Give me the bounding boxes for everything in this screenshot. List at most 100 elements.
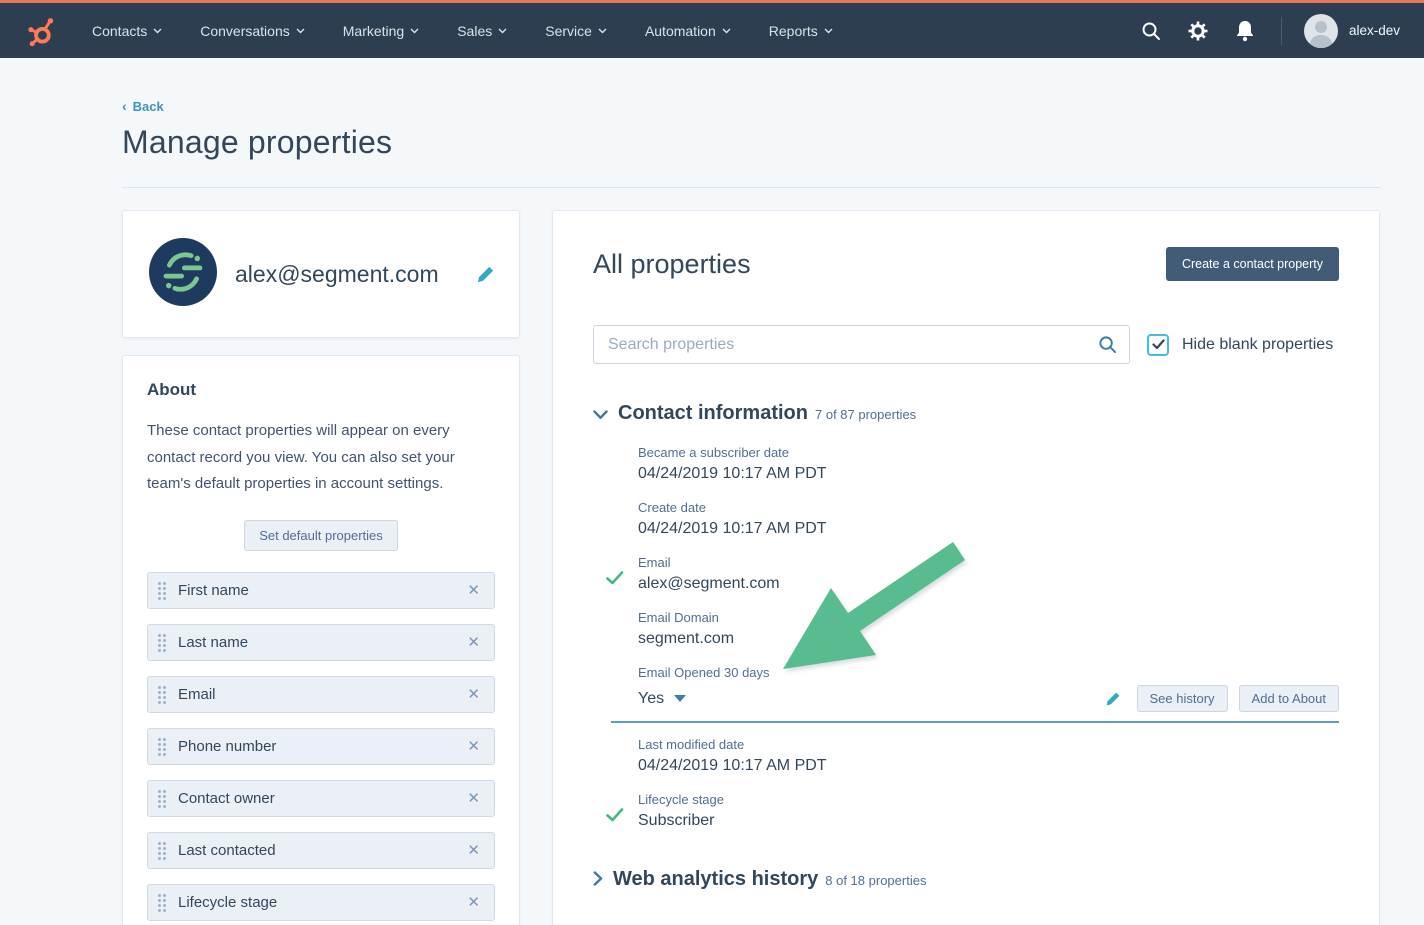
property-item-last-name[interactable]: Last name ✕ <box>147 624 495 661</box>
avatar[interactable] <box>1304 14 1338 48</box>
search-icon[interactable] <box>1141 21 1161 41</box>
chevron-down-icon <box>824 28 833 34</box>
drag-handle-icon[interactable] <box>158 894 166 912</box>
all-properties-title: All properties <box>593 249 751 280</box>
chevron-down-icon <box>410 28 419 34</box>
section-title: Contact information <box>618 402 808 425</box>
gear-icon[interactable] <box>1187 20 1209 42</box>
property-create-date: Create date 04/24/2019 10:17 AM PDT <box>611 500 1339 538</box>
chevron-down-icon <box>153 28 162 34</box>
property-lifecycle-stage: Lifecycle stage Subscriber <box>611 792 1339 830</box>
property-label: Last name <box>178 634 467 651</box>
drag-handle-icon[interactable] <box>158 842 166 860</box>
property-item-first-name[interactable]: First name ✕ <box>147 572 495 609</box>
property-value: segment.com <box>638 630 1339 648</box>
property-value: alex@segment.com <box>638 575 1339 593</box>
nav-item-label: Conversations <box>200 23 290 39</box>
edit-pencil-icon[interactable] <box>476 265 495 284</box>
remove-icon[interactable]: ✕ <box>467 687 480 702</box>
add-to-about-button[interactable]: Add to About <box>1239 685 1339 712</box>
property-label: Email <box>178 686 467 703</box>
back-label: Back <box>133 99 164 114</box>
section-title: Web analytics history <box>613 868 818 891</box>
about-description: These contact properties will appear on … <box>147 418 495 498</box>
property-last-modified-date: Last modified date 04/24/2019 10:17 AM P… <box>611 737 1339 775</box>
remove-icon[interactable]: ✕ <box>467 895 480 910</box>
remove-icon[interactable]: ✕ <box>467 583 480 598</box>
chevron-down-icon <box>722 28 731 34</box>
hubspot-logo-icon[interactable] <box>22 13 56 49</box>
header-divider <box>122 187 1380 188</box>
about-title: About <box>147 380 495 400</box>
nav-item-sales[interactable]: Sales <box>457 23 507 39</box>
property-label: Contact owner <box>178 790 467 807</box>
drag-handle-icon[interactable] <box>158 738 166 756</box>
profile-card: alex@segment.com <box>122 210 520 338</box>
property-label: Last modified date <box>638 737 1339 752</box>
property-label: Last contacted <box>178 842 467 859</box>
nav-item-service[interactable]: Service <box>545 23 607 39</box>
chevron-left-icon: ‹ <box>122 98 127 114</box>
property-label: First name <box>178 582 467 599</box>
remove-icon[interactable]: ✕ <box>467 635 480 650</box>
hide-blank-checkbox[interactable] <box>1147 334 1169 356</box>
nav-item-label: Contacts <box>92 23 147 39</box>
username[interactable]: alex-dev <box>1349 23 1400 38</box>
property-item-lifecycle-stage[interactable]: Lifecycle stage ✕ <box>147 884 495 921</box>
bell-icon[interactable] <box>1235 20 1255 42</box>
nav-item-contacts[interactable]: Contacts <box>92 23 162 39</box>
remove-icon[interactable]: ✕ <box>467 739 480 754</box>
hide-blank-properties-toggle[interactable]: Hide blank properties <box>1147 334 1333 356</box>
nav-item-conversations[interactable]: Conversations <box>200 23 305 39</box>
page: Contacts Conversations Marketing Sales S… <box>0 0 1424 925</box>
chevron-down-icon <box>296 28 305 34</box>
contact-information-properties: Became a subscriber date 04/24/2019 10:1… <box>611 445 1339 830</box>
property-item-last-contacted[interactable]: Last contacted ✕ <box>147 832 495 869</box>
drag-handle-icon[interactable] <box>158 790 166 808</box>
edit-pencil-icon[interactable] <box>1105 691 1121 707</box>
property-email-domain: Email Domain segment.com <box>611 610 1339 648</box>
chevron-right-icon[interactable] <box>593 871 603 891</box>
property-label: Create date <box>638 500 1339 515</box>
nav-item-reports[interactable]: Reports <box>769 23 833 39</box>
drag-handle-icon[interactable] <box>158 634 166 652</box>
drag-handle-icon[interactable] <box>158 686 166 704</box>
nav-item-label: Automation <box>645 23 716 39</box>
drag-handle-icon[interactable] <box>158 582 166 600</box>
nav-item-automation[interactable]: Automation <box>645 23 731 39</box>
profile-email: alex@segment.com <box>235 261 476 288</box>
property-item-contact-owner[interactable]: Contact owner ✕ <box>147 780 495 817</box>
top-navbar: Contacts Conversations Marketing Sales S… <box>0 0 1424 58</box>
dropdown-caret-icon[interactable] <box>674 695 686 702</box>
section-count: 8 of 18 properties <box>825 873 926 888</box>
property-label: Phone number <box>178 738 467 755</box>
nav-item-label: Service <box>545 23 592 39</box>
nav-item-label: Marketing <box>343 23 404 39</box>
property-value: Yes <box>638 690 664 708</box>
green-check-icon <box>606 571 624 590</box>
search-properties-input[interactable] <box>593 325 1130 364</box>
search-icon[interactable] <box>1098 335 1117 359</box>
property-item-phone-number[interactable]: Phone number ✕ <box>147 728 495 765</box>
create-contact-property-button[interactable]: Create a contact property <box>1166 247 1339 281</box>
property-value: 04/24/2019 10:17 AM PDT <box>638 465 1339 483</box>
all-properties-panel: All properties Create a contact property <box>552 210 1380 925</box>
set-default-properties-button[interactable]: Set default properties <box>244 520 398 551</box>
chevron-down-icon[interactable] <box>593 407 608 425</box>
default-properties-list: First name ✕ Last name ✕ Email ✕ <box>147 572 495 925</box>
property-item-email[interactable]: Email ✕ <box>147 676 495 713</box>
check-icon <box>1152 339 1165 350</box>
property-label: Email <box>638 555 1339 570</box>
page-title: Manage properties <box>122 124 1380 161</box>
chevron-down-icon <box>598 28 607 34</box>
section-web-analytics-history[interactable]: Web analytics history 8 of 18 properties <box>593 868 1339 891</box>
see-history-button[interactable]: See history <box>1137 685 1228 712</box>
nav-item-marketing[interactable]: Marketing <box>343 23 419 39</box>
about-card: About These contact properties will appe… <box>122 355 520 925</box>
property-became-subscriber-date: Became a subscriber date 04/24/2019 10:1… <box>611 445 1339 483</box>
remove-icon[interactable]: ✕ <box>467 791 480 806</box>
section-contact-information[interactable]: Contact information 7 of 87 properties <box>593 402 1339 425</box>
back-link[interactable]: ‹ Back <box>122 98 164 114</box>
remove-icon[interactable]: ✕ <box>467 843 480 858</box>
nav-item-label: Sales <box>457 23 492 39</box>
